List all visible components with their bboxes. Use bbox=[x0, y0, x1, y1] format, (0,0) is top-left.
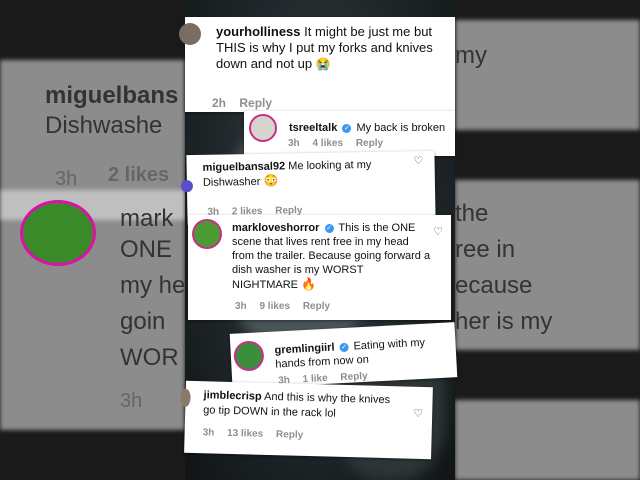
background-line-1: mark bbox=[120, 205, 174, 232]
verified-badge-icon: ✓ bbox=[342, 124, 352, 133]
fire-emoji: 🔥 bbox=[301, 277, 317, 291]
comment-body: yourholliness It might be just me but TH… bbox=[216, 24, 446, 72]
comment-card-yourholliness: yourholliness It might be just me but TH… bbox=[179, 17, 455, 112]
background-right-line-3: ecause bbox=[455, 272, 533, 299]
comment-username[interactable]: jimblecrisp bbox=[203, 389, 261, 403]
comment-username[interactable]: miguelbansal92 bbox=[203, 160, 286, 173]
comment-card-tsreeltalk: tsreeltalk ✓ My back is broken 3h 4 like… bbox=[244, 111, 455, 156]
comment-meta: 3h 9 likes Reply bbox=[235, 301, 340, 312]
reply-button[interactable]: Reply bbox=[303, 301, 330, 312]
avatar[interactable] bbox=[192, 219, 222, 249]
background-card-right-bottom bbox=[455, 400, 640, 480]
heart-icon[interactable]: ♡ bbox=[433, 227, 443, 238]
background-likes: 2 likes bbox=[108, 164, 170, 186]
comment-text: My back is broken bbox=[356, 122, 446, 134]
background-time-2: 3h bbox=[120, 390, 143, 412]
comment-body: miguelbansal92 Me looking at my Dishwash… bbox=[203, 157, 403, 189]
background-time: 3h bbox=[55, 168, 78, 190]
crying-emoji: 😭 bbox=[315, 57, 331, 71]
background-right-line-4: her is my bbox=[455, 308, 553, 335]
avatar[interactable] bbox=[180, 180, 194, 193]
comment-username[interactable]: markloveshorror bbox=[232, 222, 319, 234]
background-right-text-top: my bbox=[455, 42, 487, 69]
comment-username[interactable]: gremlingiirl bbox=[274, 341, 334, 356]
comment-body: markloveshorror ✓ This is the ONE scene … bbox=[232, 221, 432, 292]
reply-button[interactable]: Reply bbox=[340, 371, 368, 383]
comment-body: jimblecrisp And this is why the knives g… bbox=[203, 388, 404, 423]
avatar[interactable] bbox=[233, 340, 265, 372]
verified-badge-icon: ✓ bbox=[339, 342, 349, 353]
background-username: miguelbans bbox=[45, 82, 179, 109]
reply-button[interactable]: Reply bbox=[239, 96, 272, 110]
background-line-2: ONE bbox=[120, 236, 173, 263]
reply-button[interactable]: Reply bbox=[276, 429, 304, 441]
comment-meta: 3h 4 likes Reply bbox=[288, 138, 393, 149]
comment-likes[interactable]: 13 likes bbox=[227, 428, 263, 440]
avatar[interactable] bbox=[180, 388, 191, 407]
comment-time: 3h bbox=[288, 138, 300, 149]
background-right-line-1: the bbox=[455, 200, 489, 227]
comment-time: 3h bbox=[202, 427, 215, 439]
heart-icon[interactable]: ♡ bbox=[413, 155, 424, 167]
background-line-3: my he bbox=[120, 272, 186, 299]
comment-time: 2h bbox=[212, 96, 227, 110]
comment-card-jimblecrisp: jimblecrisp And this is why the knives g… bbox=[180, 380, 433, 460]
heart-icon[interactable]: ♡ bbox=[413, 408, 423, 420]
flushed-emoji: 😳 bbox=[263, 173, 279, 188]
background-line-5: WOR bbox=[120, 344, 179, 371]
background-avatar bbox=[20, 200, 96, 266]
avatar[interactable] bbox=[179, 23, 201, 45]
verified-badge-icon: ✓ bbox=[324, 224, 334, 233]
comment-card-markloveshorror: markloveshorror ✓ This is the ONE scene … bbox=[188, 215, 451, 320]
comment-likes[interactable]: 9 likes bbox=[259, 301, 290, 312]
background-comment-text: Dishwashe bbox=[45, 112, 163, 139]
comment-card-miguelbansal92: miguelbansal92 Me looking at my Dishwash… bbox=[180, 150, 436, 226]
reply-button[interactable]: Reply bbox=[356, 138, 383, 149]
comment-time: 3h bbox=[235, 301, 247, 312]
background-right-line-2: ree in bbox=[455, 236, 516, 263]
comment-username[interactable]: yourholliness bbox=[216, 24, 301, 39]
avatar[interactable] bbox=[249, 114, 277, 142]
comment-card-gremlingiirl: gremlingiirl ✓ Eating with my hands from… bbox=[229, 322, 458, 389]
comment-likes[interactable]: 4 likes bbox=[312, 138, 343, 149]
comment-username[interactable]: tsreeltalk bbox=[289, 122, 337, 134]
comment-meta: 2h Reply bbox=[212, 96, 282, 110]
comment-body: tsreeltalk ✓ My back is broken bbox=[289, 122, 459, 134]
background-card-right-top bbox=[455, 20, 640, 130]
comment-body: gremlingiirl ✓ Eating with my hands from… bbox=[274, 335, 445, 372]
comment-meta: 3h 13 likes Reply bbox=[202, 427, 313, 441]
background-line-4: goin bbox=[120, 308, 166, 335]
